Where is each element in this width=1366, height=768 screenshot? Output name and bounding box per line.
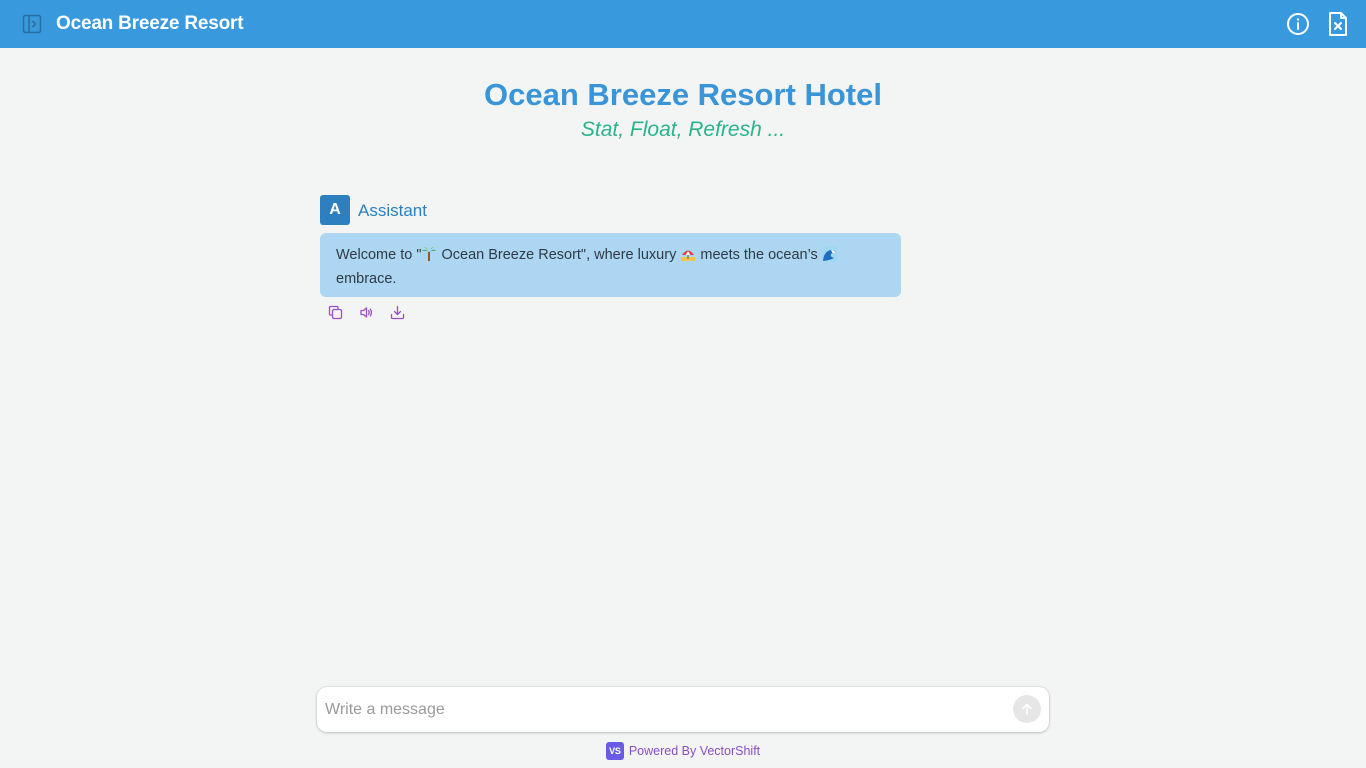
footer: VS Powered By VectorShift [0, 741, 1366, 760]
sidebar-toggle-icon[interactable] [21, 13, 43, 35]
message-text-part: Welcome to " [336, 247, 422, 263]
message-text-part: Ocean Breeze Resort", where luxury [437, 247, 681, 263]
vectorshift-logo: VS [605, 741, 624, 760]
speaker-icon[interactable] [358, 304, 375, 321]
download-icon[interactable] [389, 304, 406, 321]
send-button[interactable] [1013, 695, 1041, 723]
message-text-part: meets the ocean’s [696, 247, 822, 263]
message-actions [327, 304, 420, 322]
top-bar: Ocean Breeze Resort [0, 0, 1366, 48]
arrow-up-icon [1022, 703, 1032, 715]
powered-by-link[interactable]: Powered By VectorShift [629, 742, 760, 760]
avatar: A [320, 195, 350, 225]
message-input[interactable] [325, 687, 1005, 732]
info-icon[interactable] [1286, 12, 1310, 36]
page-title: Ocean Breeze Resort Hotel [484, 77, 882, 112]
app-title: Ocean Breeze Resort [56, 13, 244, 34]
wave-icon [822, 246, 838, 262]
message-text-part: embrace. [336, 271, 397, 287]
message-bubble: Welcome to " Ocean Breeze Resort", where… [320, 233, 901, 297]
palm-tree-icon [421, 246, 437, 262]
sender-name: Assistant [358, 201, 427, 220]
message-composer [317, 687, 1049, 732]
copy-icon[interactable] [327, 304, 344, 321]
clear-chat-icon[interactable] [1326, 11, 1350, 37]
beach-umbrella-icon [680, 246, 696, 262]
page-subtitle: Stat, Float, Refresh ... [580, 118, 786, 141]
